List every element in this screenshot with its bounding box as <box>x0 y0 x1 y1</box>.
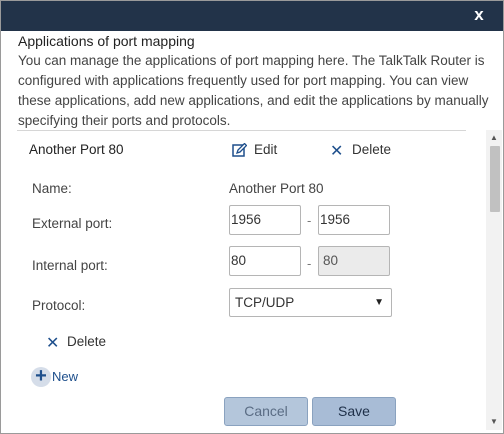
scroll-thumb[interactable] <box>490 146 500 212</box>
x-icon: ✕ <box>330 143 344 160</box>
close-icon[interactable]: x <box>469 5 489 25</box>
protocol-value: TCP/UDP <box>235 295 295 310</box>
port-mapping-dialog: x Applications of port mapping You can m… <box>0 0 504 434</box>
delete-button[interactable]: ✕ Delete <box>46 334 126 352</box>
section-title: Applications of port mapping <box>18 33 195 49</box>
internal-port-label: Internal port: <box>32 258 108 273</box>
divider <box>17 130 466 131</box>
section-description: You can manage the applications of port … <box>18 53 489 128</box>
protocol-select[interactable]: TCP/UDP ▼ <box>229 288 392 317</box>
new-application-button[interactable]: + New <box>31 366 91 387</box>
range-separator: - <box>307 213 312 228</box>
intro-section: Applications of port mapping You can man… <box>18 31 502 131</box>
internal-port-end-input: 80 <box>318 246 390 276</box>
name-label: Name: <box>32 181 72 196</box>
plus-icon: + <box>31 366 51 387</box>
external-port-start-input[interactable]: 1956 <box>229 205 301 235</box>
external-port-end-input[interactable]: 1956 <box>318 205 390 235</box>
protocol-label: Protocol: <box>32 298 86 313</box>
edit-label: Edit <box>254 142 278 157</box>
internal-port-start-input[interactable]: 80 <box>229 246 301 276</box>
triangle-down-icon: ▼ <box>374 297 384 308</box>
pencil-icon <box>232 143 247 157</box>
scrollbar[interactable]: ▲ ▼ <box>486 130 502 430</box>
name-value: Another Port 80 <box>229 181 324 196</box>
delete-label: Delete <box>352 142 392 157</box>
delete-label: Delete <box>67 334 107 349</box>
scroll-up-arrow-icon[interactable]: ▲ <box>490 133 498 142</box>
application-header: Another Port 80 Edit ✕ Delete <box>29 142 469 162</box>
application-name: Another Port 80 <box>29 142 124 157</box>
dialog-titlebar: x <box>1 1 503 31</box>
external-port-label: External port: <box>32 216 113 231</box>
range-separator: - <box>307 256 312 271</box>
scroll-down-arrow-icon[interactable]: ▼ <box>490 417 498 426</box>
save-button[interactable]: Save <box>312 397 396 426</box>
new-label: New <box>52 369 79 384</box>
cancel-button[interactable]: Cancel <box>224 397 308 426</box>
x-icon: ✕ <box>46 335 60 352</box>
